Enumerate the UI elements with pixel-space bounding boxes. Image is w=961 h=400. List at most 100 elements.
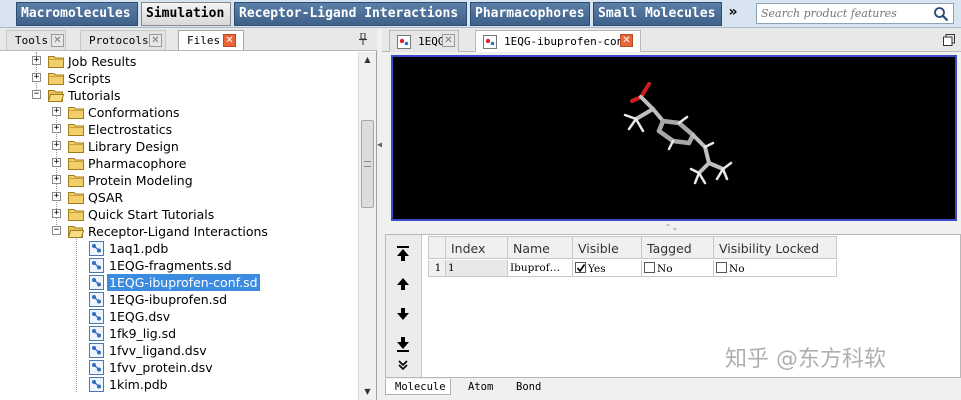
- document-tab-bar: 1EQG ✕ 1EQG-ibuprofen-conf ✕: [382, 28, 961, 52]
- expand-icon[interactable]: +: [52, 141, 61, 150]
- tree-item-label: Pharmacophore: [88, 156, 187, 171]
- tree-item-label: 1EQG-fragments.sd: [109, 258, 232, 273]
- column-header-index[interactable]: Index: [446, 236, 508, 259]
- more-tabs-button[interactable]: »: [725, 4, 741, 24]
- move-top-icon[interactable]: [394, 245, 412, 263]
- maximize-icon[interactable]: [943, 34, 955, 46]
- folder-item[interactable]: + Electrostatics: [0, 121, 358, 138]
- expand-icon[interactable]: +: [32, 73, 41, 82]
- doc-tab-label: 1EQG-ibuprofen-conf: [504, 35, 630, 48]
- close-icon[interactable]: ✕: [442, 34, 455, 47]
- close-icon[interactable]: ✕: [223, 34, 236, 47]
- folder-item[interactable]: + Pharmacophore: [0, 155, 358, 172]
- scroll-up-button[interactable]: ▲: [359, 52, 376, 68]
- tree-item-label: 1EQG-ibuprofen-conf.sd: [107, 274, 260, 291]
- column-header-name[interactable]: Name: [508, 236, 573, 259]
- pin-icon[interactable]: [358, 33, 368, 45]
- search-icon[interactable]: [933, 6, 949, 22]
- folder-item[interactable]: + Scripts: [0, 70, 358, 87]
- tree-item-label: Job Results: [68, 54, 137, 69]
- tab-molecule[interactable]: Molecule: [385, 379, 451, 395]
- file-item[interactable]: 1EQG-ibuprofen-conf.sd: [0, 274, 358, 291]
- folder-icon: [68, 124, 84, 136]
- file-item[interactable]: 1fvv_ligand.dsv: [0, 342, 358, 359]
- doc-tab-1eqg[interactable]: 1EQG ✕: [389, 30, 459, 52]
- molecule-3d-viewer[interactable]: [391, 55, 957, 221]
- expand-icon[interactable]: +: [52, 124, 61, 133]
- collapse-icon[interactable]: −: [52, 226, 61, 235]
- tab-tools[interactable]: Tools ✕: [6, 30, 66, 50]
- tab-atom[interactable]: Atom: [459, 379, 505, 395]
- folder-item[interactable]: + QSAR: [0, 189, 358, 206]
- close-icon[interactable]: ✕: [149, 34, 162, 47]
- tab-pharmacophores[interactable]: Pharmacophores: [470, 2, 590, 26]
- folder-item[interactable]: − Receptor-Ligand Interactions: [0, 223, 358, 240]
- file-item[interactable]: 1EQG-ibuprofen.sd: [0, 291, 358, 308]
- viewer-splitter[interactable]: ⌃⌄: [382, 223, 961, 233]
- scroll-thumb[interactable]: [361, 120, 374, 208]
- cell-visibility-locked[interactable]: No: [714, 260, 837, 277]
- doc-tab-1eqg-ibuprofen-conf[interactable]: 1EQG-ibuprofen-conf ✕: [475, 30, 641, 52]
- tab-protocols-label: Protocols: [89, 34, 149, 47]
- file-item[interactable]: 1fk9_lig.sd: [0, 325, 358, 342]
- tree-scrollbar[interactable]: ▲ ▼: [358, 52, 376, 400]
- column-header-visibility-locked[interactable]: Visibility Locked: [714, 236, 837, 259]
- cell-visible[interactable]: Yes: [573, 260, 642, 277]
- file-item[interactable]: 1EQG-fragments.sd: [0, 257, 358, 274]
- search-box: [756, 3, 954, 24]
- folder-item[interactable]: + Conformations: [0, 104, 358, 121]
- folder-item[interactable]: − Tutorials: [0, 87, 358, 104]
- tab-simulation[interactable]: Simulation: [141, 2, 231, 26]
- folder-item[interactable]: + Library Design: [0, 138, 358, 155]
- tab-files-label: Files: [187, 34, 221, 47]
- folder-icon: [68, 175, 84, 187]
- tab-bond[interactable]: Bond: [507, 379, 553, 395]
- tab-protocols[interactable]: Protocols ✕: [80, 30, 166, 50]
- expand-icon[interactable]: +: [52, 209, 61, 218]
- tree-item-label: 1EQG.dsv: [109, 309, 171, 324]
- tab-macromolecules[interactable]: Macromolecules: [16, 2, 138, 26]
- expand-icon[interactable]: +: [32, 56, 41, 65]
- folder-icon: [68, 107, 84, 119]
- cell-name[interactable]: Ibuprof…: [508, 260, 573, 277]
- file-tree: + Job Results + Scripts − Tutorials + Conformat…: [0, 52, 358, 400]
- expand-icon[interactable]: +: [52, 158, 61, 167]
- folder-item[interactable]: + Quick Start Tutorials: [0, 206, 358, 223]
- chevron-down-icon[interactable]: [394, 359, 412, 371]
- column-header-visible[interactable]: Visible: [573, 236, 642, 259]
- table-tab-bar: Molecule Atom Bond: [385, 379, 961, 397]
- tree-item-label: Electrostatics: [88, 122, 173, 137]
- visible-value: Yes: [588, 263, 606, 275]
- close-icon[interactable]: ✕: [51, 34, 64, 47]
- scroll-down-button[interactable]: ▼: [359, 384, 376, 400]
- search-input[interactable]: [757, 4, 929, 23]
- move-bottom-icon[interactable]: [394, 335, 412, 353]
- move-up-icon[interactable]: [394, 275, 412, 293]
- collapse-icon[interactable]: −: [32, 90, 41, 99]
- tab-receptor-ligand-interactions[interactable]: Receptor-Ligand Interactions: [234, 2, 467, 26]
- folder-item[interactable]: + Job Results: [0, 53, 358, 70]
- close-icon[interactable]: ✕: [620, 34, 633, 47]
- molecule-window-icon: [483, 35, 497, 49]
- move-down-icon[interactable]: [394, 305, 412, 323]
- tab-files[interactable]: Files ✕: [178, 30, 244, 50]
- expand-icon[interactable]: +: [52, 107, 61, 116]
- folder-item[interactable]: + Protein Modeling: [0, 172, 358, 189]
- tab-small-molecules[interactable]: Small Molecules: [593, 2, 722, 26]
- visibility-locked-checkbox[interactable]: [716, 262, 727, 273]
- file-item[interactable]: 1fvv_protein.dsv: [0, 359, 358, 376]
- tree-item-label: Scripts: [68, 71, 111, 86]
- file-item[interactable]: 1aq1.pdb: [0, 240, 358, 257]
- tree-item-label: Tutorials: [68, 88, 121, 103]
- cell-tagged[interactable]: No: [642, 260, 714, 277]
- file-item[interactable]: 1kim.pdb: [0, 376, 358, 393]
- visible-checkbox[interactable]: [575, 262, 586, 273]
- expand-icon[interactable]: +: [52, 175, 61, 184]
- expand-icon[interactable]: +: [52, 192, 61, 201]
- column-header-tagged[interactable]: Tagged: [642, 236, 714, 259]
- tagged-checkbox[interactable]: [644, 262, 655, 273]
- tree-item-label: Protein Modeling: [88, 173, 193, 188]
- row-number[interactable]: 1: [428, 260, 446, 277]
- file-item[interactable]: 1EQG.dsv: [0, 308, 358, 325]
- molecule-file-icon: [89, 258, 104, 273]
